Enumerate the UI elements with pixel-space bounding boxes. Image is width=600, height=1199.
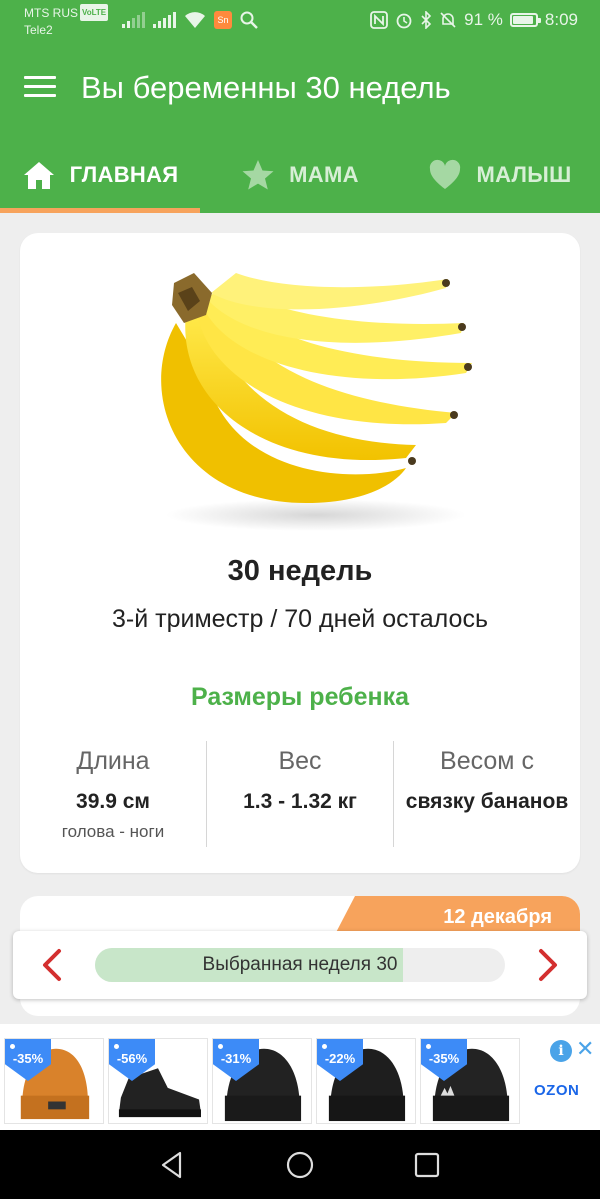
status-icons-right: 91 % 8:09 bbox=[370, 10, 578, 30]
tab-baby[interactable]: МАЛЫШ bbox=[400, 136, 600, 213]
clock: 8:09 bbox=[544, 10, 578, 29]
ad-info-icon[interactable]: i bbox=[550, 1040, 572, 1062]
previous-week-button[interactable] bbox=[33, 945, 73, 985]
tab-baby-label: МАЛЫШ bbox=[476, 161, 572, 187]
ad-brand-logo[interactable]: OZON bbox=[534, 1082, 579, 1099]
selected-week-label: Выбранная неделя 30 bbox=[202, 954, 398, 975]
week-info-card: 30 недель 3-й триместр / 70 дней осталос… bbox=[20, 233, 580, 873]
close-icon[interactable]: ✕ bbox=[576, 1038, 594, 1060]
stat-weight-value: 1.3 - 1.32 кг bbox=[243, 790, 357, 813]
heart-icon bbox=[430, 159, 461, 189]
carrier-name-1: MTS RUS bbox=[24, 6, 78, 20]
ad-item[interactable]: -35% bbox=[420, 1038, 520, 1124]
stat-comparison-value: связку бананов bbox=[405, 790, 569, 813]
alarm-icon bbox=[396, 13, 412, 29]
status-icons-left: Sn bbox=[122, 11, 258, 29]
banana-image bbox=[161, 273, 472, 531]
ad-banner[interactable]: -35% -56% -31% -22% -35% bbox=[0, 1024, 600, 1130]
carrier-name-2: Tele2 bbox=[24, 23, 53, 37]
stat-weight-label: Вес bbox=[278, 747, 322, 775]
ad-item[interactable]: -35% bbox=[4, 1038, 104, 1124]
stat-length-label: Длина bbox=[76, 747, 150, 775]
app-bar: Вы беременны 30 недель bbox=[0, 42, 600, 136]
stat-length: Длина 39.9 см голова - ноги bbox=[20, 741, 206, 847]
tab-home[interactable]: ГЛАВНАЯ bbox=[0, 136, 200, 213]
stat-weight: Вес 1.3 - 1.32 кг bbox=[206, 741, 393, 847]
wifi-icon bbox=[185, 12, 205, 28]
stat-length-sub: голова - ноги bbox=[61, 822, 165, 841]
home-button-icon[interactable] bbox=[283, 1148, 317, 1182]
stat-comparison-label: Весом с bbox=[440, 747, 534, 775]
signal-icon bbox=[153, 12, 176, 28]
baby-stats: Длина 39.9 см голова - ноги Вес 1.3 - 1.… bbox=[20, 741, 580, 847]
stat-length-value: 39.9 см bbox=[76, 790, 150, 813]
recent-apps-icon[interactable] bbox=[410, 1148, 444, 1182]
tab-home-label: ГЛАВНАЯ bbox=[69, 161, 179, 187]
volte-badge: VoLTE bbox=[80, 4, 109, 21]
baby-size-heading: Размеры ребенка bbox=[190, 683, 410, 711]
mute-bell-icon bbox=[440, 12, 456, 28]
star-icon bbox=[242, 159, 274, 189]
week-selector: Выбранная неделя 30 bbox=[13, 931, 587, 999]
page-title: Вы беременны 30 недель bbox=[81, 70, 451, 105]
ad-item[interactable]: -22% bbox=[316, 1038, 416, 1124]
menu-icon[interactable] bbox=[24, 76, 56, 100]
ad-item[interactable]: -31% bbox=[212, 1038, 312, 1124]
week-progress-bar: Выбранная неделя 30 bbox=[95, 948, 505, 982]
bluetooth-icon bbox=[421, 11, 432, 29]
battery-icon bbox=[509, 13, 541, 27]
nfc-icon bbox=[370, 11, 389, 29]
search-icon bbox=[240, 11, 258, 29]
weeks-count: 30 недель bbox=[227, 555, 373, 587]
ad-item[interactable]: -56% bbox=[108, 1038, 208, 1124]
signal-icon bbox=[122, 12, 145, 28]
trimester-info: 3-й триместр / 70 дней осталось bbox=[112, 605, 488, 633]
carrier-info: MTS RUS VoLTE Tele2 bbox=[24, 4, 109, 39]
stat-comparison: Весом с связку бананов bbox=[393, 741, 580, 847]
tab-bar: ГЛАВНАЯ МАМА МАЛЫШ bbox=[0, 136, 600, 213]
battery-percent: 91 % bbox=[464, 10, 503, 29]
tab-mom[interactable]: МАМА bbox=[200, 136, 400, 213]
status-bar: MTS RUS VoLTE Tele2 Sn 91 % 8:09 bbox=[0, 0, 600, 42]
tab-mom-label: МАМА bbox=[289, 161, 359, 187]
system-navigation-bar bbox=[0, 1130, 600, 1199]
notification-app-icon: Sn bbox=[214, 11, 232, 29]
back-icon[interactable] bbox=[155, 1148, 189, 1182]
home-icon bbox=[23, 161, 54, 189]
next-week-button[interactable] bbox=[527, 945, 567, 985]
